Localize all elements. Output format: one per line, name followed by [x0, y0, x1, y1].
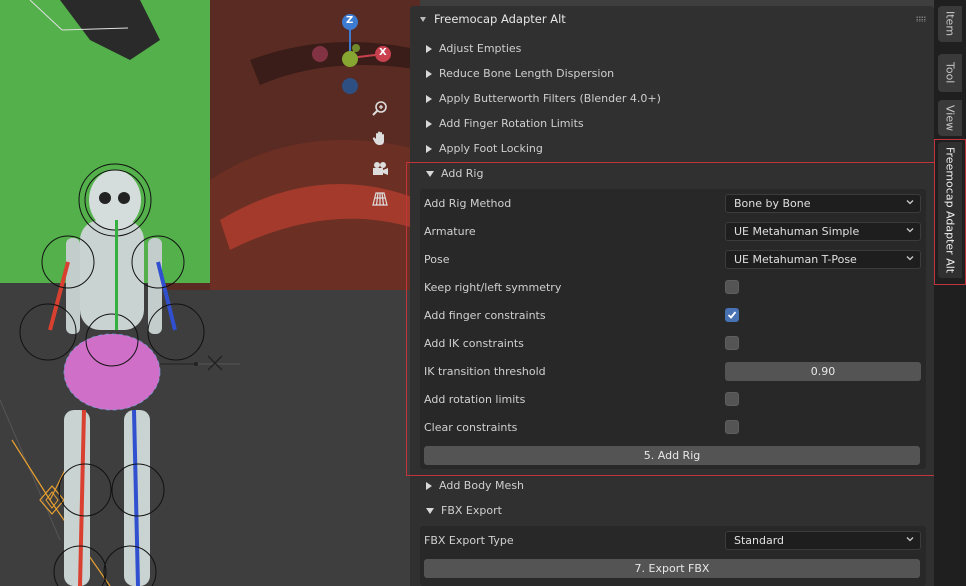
drag-grip-icon[interactable] — [916, 16, 926, 22]
expand-arrow-icon — [426, 144, 432, 153]
add-rig-method-dropdown[interactable]: Bone by Bone — [725, 194, 921, 213]
tab-label: Item — [943, 11, 957, 37]
addon-panel: Freemocap Adapter Alt Adjust Empties Red… — [410, 6, 934, 586]
chevron-down-icon — [906, 537, 914, 542]
rotation-limits-checkbox[interactable] — [725, 392, 739, 406]
ik-constraints-label: Add IK constraints — [424, 336, 524, 350]
ik-threshold-field[interactable]: 0.90 — [725, 362, 921, 381]
dropdown-value: Standard — [734, 534, 785, 547]
pose-label: Pose — [424, 252, 450, 266]
grid-perspective-icon[interactable] — [368, 187, 392, 211]
section-add-rig[interactable]: Add Rig — [410, 161, 934, 186]
section-label: FBX Export — [441, 504, 502, 517]
clear-constraints-label: Clear constraints — [424, 420, 518, 434]
tab-item[interactable]: Item — [938, 6, 962, 42]
section-add-body-mesh[interactable]: Add Body Mesh — [410, 473, 934, 498]
section-label: Apply Foot Locking — [439, 142, 543, 155]
fbx-export-type-label: FBX Export Type — [424, 533, 514, 547]
chevron-down-icon — [906, 200, 914, 205]
fbx-export-type-dropdown[interactable]: Standard — [725, 531, 921, 550]
pose-dropdown[interactable]: UE Metahuman T-Pose — [725, 250, 921, 269]
armature-dropdown[interactable]: UE Metahuman Simple — [725, 222, 921, 241]
row-rotation-limits: Add rotation limits — [424, 388, 920, 410]
section-label: Add Body Mesh — [439, 479, 525, 492]
pan-hand-icon[interactable] — [368, 126, 392, 150]
zoom-icon[interactable] — [368, 96, 392, 120]
section-adjust-empties[interactable]: Adjust Empties — [410, 36, 934, 61]
expand-arrow-icon — [426, 94, 432, 103]
export-fbx-button-label: 7. Export FBX — [634, 562, 710, 575]
armature-label: Armature — [424, 224, 476, 238]
collapse-arrow-icon — [426, 507, 434, 514]
expand-arrow-icon — [426, 69, 432, 78]
gizmo-z-label: Z — [346, 15, 354, 26]
tab-label: Tool — [943, 62, 957, 84]
gizmo-x-label: X — [379, 47, 387, 58]
expand-arrow-icon — [426, 481, 432, 490]
chevron-down-icon — [906, 228, 914, 233]
tab-tool[interactable]: Tool — [938, 54, 962, 92]
row-finger-constraints: Add finger constraints — [424, 304, 920, 326]
checkmark-icon — [727, 311, 737, 319]
expand-arrow-icon — [426, 119, 432, 128]
clear-constraints-checkbox[interactable] — [725, 420, 739, 434]
chevron-down-icon — [420, 16, 426, 22]
row-clear-constraints: Clear constraints — [424, 416, 920, 438]
tab-freemocap-adapter-alt[interactable]: Freemocap Adapter Alt — [938, 142, 962, 278]
section-butterworth-filters[interactable]: Apply Butterworth Filters (Blender 4.0+) — [410, 86, 934, 111]
tab-label: View — [943, 104, 957, 132]
ik-threshold-value: 0.90 — [810, 365, 836, 378]
add-rig-button[interactable]: 5. Add Rig — [424, 446, 920, 465]
export-fbx-button[interactable]: 7. Export FBX — [424, 559, 920, 578]
section-fbx-export[interactable]: FBX Export — [410, 498, 934, 523]
dropdown-value: Bone by Bone — [734, 197, 811, 210]
section-label: Reduce Bone Length Dispersion — [439, 67, 615, 80]
camera-icon[interactable] — [368, 157, 392, 181]
dropdown-value: UE Metahuman Simple — [734, 225, 860, 238]
sidebar-tabs: Item Tool View Freemocap Adapter Alt — [934, 0, 966, 586]
section-label: Apply Butterworth Filters (Blender 4.0+) — [439, 92, 661, 105]
tab-view[interactable]: View — [938, 100, 962, 136]
finger-constraints-checkbox[interactable] — [725, 308, 739, 322]
finger-constraints-label: Add finger constraints — [424, 308, 546, 322]
row-keep-symmetry: Keep right/left symmetry — [424, 276, 920, 298]
tab-label: Freemocap Adapter Alt — [943, 146, 957, 274]
keep-symmetry-label: Keep right/left symmetry — [424, 280, 562, 294]
section-finger-rotation-limits[interactable]: Add Finger Rotation Limits — [410, 111, 934, 136]
add-rig-button-label: 5. Add Rig — [643, 449, 701, 462]
keep-symmetry-checkbox[interactable] — [725, 280, 739, 294]
section-label: Add Finger Rotation Limits — [439, 117, 584, 130]
panel-title: Freemocap Adapter Alt — [434, 12, 566, 26]
rotation-limits-label: Add rotation limits — [424, 392, 526, 406]
ik-constraints-checkbox[interactable] — [725, 336, 739, 350]
add-rig-method-label: Add Rig Method — [424, 196, 512, 210]
panel-header[interactable]: Freemocap Adapter Alt — [410, 6, 934, 32]
section-label: Add Rig — [441, 167, 484, 180]
section-foot-locking[interactable]: Apply Foot Locking — [410, 136, 934, 161]
expand-arrow-icon — [426, 44, 432, 53]
section-label: Adjust Empties — [439, 42, 522, 55]
row-ik-constraints: Add IK constraints — [424, 332, 920, 354]
chevron-down-icon — [906, 256, 914, 261]
section-reduce-bone-length[interactable]: Reduce Bone Length Dispersion — [410, 61, 934, 86]
ik-threshold-label: IK transition threshold — [424, 364, 546, 378]
dropdown-value: UE Metahuman T-Pose — [734, 253, 857, 266]
collapse-arrow-icon — [426, 170, 434, 177]
